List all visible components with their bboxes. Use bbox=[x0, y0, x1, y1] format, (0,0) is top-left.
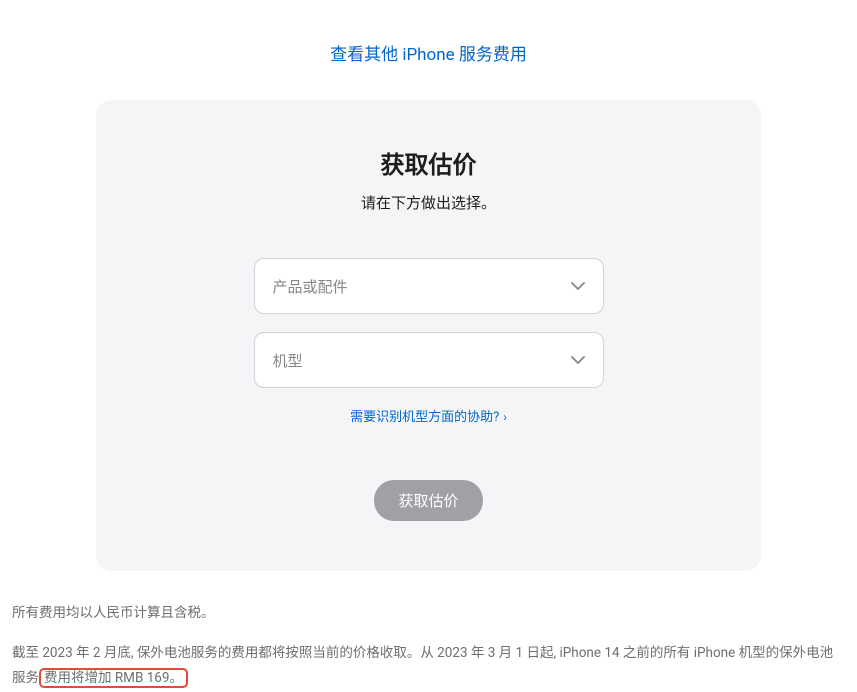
chevron-down-icon bbox=[571, 356, 585, 364]
chevron-right-icon: › bbox=[503, 410, 507, 424]
product-select[interactable]: 产品或配件 bbox=[254, 258, 604, 314]
footer-line1: 所有费用均以人民币计算且含税。 bbox=[12, 601, 845, 627]
card-title: 获取估价 bbox=[136, 145, 721, 180]
identify-model-help-link[interactable]: 需要识别机型方面的协助? › bbox=[350, 410, 507, 425]
top-link-container: 查看其他 iPhone 服务费用 bbox=[0, 0, 857, 85]
card-subtitle: 请在下方做出选择。 bbox=[136, 192, 721, 213]
other-iphone-fees-link[interactable]: 查看其他 iPhone 服务费用 bbox=[330, 45, 527, 65]
help-link-container: 需要识别机型方面的协助? › bbox=[136, 406, 721, 425]
footer-line2: 截至 2023 年 2 月底, 保外电池服务的费用都将按照当前的价格收取。从 2… bbox=[12, 641, 845, 692]
estimate-card: 获取估价 请在下方做出选择。 产品或配件 机型 需要识别机型方面的协助? › 获取… bbox=[96, 100, 761, 571]
model-select-placeholder: 机型 bbox=[273, 350, 303, 371]
price-increase-highlight: 费用将增加 RMB 169。 bbox=[39, 668, 188, 688]
model-select[interactable]: 机型 bbox=[254, 332, 604, 388]
get-estimate-button[interactable]: 获取估价 bbox=[374, 480, 482, 521]
help-link-text: 需要识别机型方面的协助? bbox=[350, 410, 499, 425]
product-select-placeholder: 产品或配件 bbox=[273, 276, 348, 297]
footer-text: 所有费用均以人民币计算且含税。 截至 2023 年 2 月底, 保外电池服务的费… bbox=[12, 601, 845, 692]
chevron-down-icon bbox=[571, 282, 585, 290]
